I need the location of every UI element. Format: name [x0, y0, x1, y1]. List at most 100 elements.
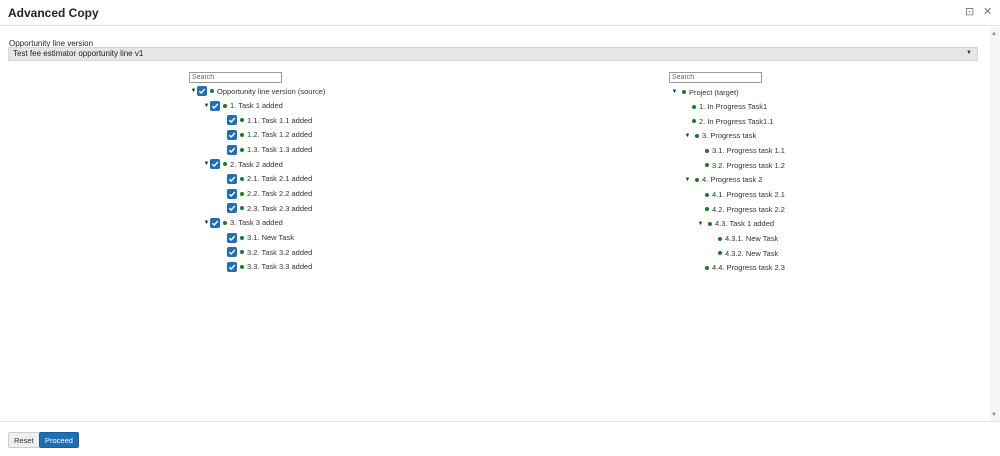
- source-tree-node[interactable]: ▼ 3. Task 3 added: [203, 217, 283, 229]
- node-label: 4.2. Progress task 2.2: [712, 204, 785, 214]
- source-tree-node[interactable]: 1.1. Task 1.1 added: [227, 114, 312, 126]
- checkbox-checked[interactable]: [197, 86, 207, 96]
- target-tree-node[interactable]: 1. In Progress Task1: [692, 101, 767, 113]
- target-tree-node[interactable]: ▼ 4. Progress task 2: [684, 174, 763, 186]
- checkbox-checked[interactable]: [227, 247, 237, 258]
- target-tree-node[interactable]: 4.1. Progress task 2.1: [705, 189, 785, 201]
- node-dot-icon: [240, 264, 244, 269]
- node-dot-icon: [692, 104, 696, 109]
- checkbox-checked[interactable]: [227, 188, 237, 199]
- scroll-up-icon[interactable]: ▲: [991, 31, 997, 37]
- node-dot-icon: [718, 251, 722, 256]
- node-label: 2. In Progress Task1.1: [699, 116, 774, 126]
- checkbox-checked[interactable]: [227, 261, 237, 272]
- node-dot-icon: [223, 220, 227, 225]
- target-tree-node[interactable]: 4.4. Progress task 2.3: [705, 262, 785, 274]
- node-label: 1.3. Task 1.3 added: [247, 145, 313, 155]
- target-search-input[interactable]: [669, 72, 762, 83]
- target-tree-node[interactable]: 4.2. Progress task 2.2: [705, 203, 785, 215]
- source-tree-node[interactable]: 3.3. Task 3.3 added: [227, 261, 312, 273]
- expand-toggle-icon[interactable]: ▼: [203, 103, 210, 109]
- source-search-input[interactable]: [189, 72, 282, 83]
- node-label: 4.1. Progress task 2.1: [712, 190, 785, 200]
- expand-toggle-icon[interactable]: ▼: [684, 133, 691, 139]
- target-tree-node[interactable]: 3.2. Progress task 1.2: [705, 159, 785, 171]
- source-tree-node[interactable]: 3.2. Task 3.2 added: [227, 246, 312, 258]
- title-bar: Advanced Copy ⊡ ✕: [0, 0, 1000, 26]
- expand-toggle-icon[interactable]: ▼: [190, 88, 197, 94]
- checkbox-checked[interactable]: [227, 144, 237, 155]
- target-tree-node[interactable]: 2. In Progress Task1.1: [692, 115, 773, 127]
- node-dot-icon: [695, 177, 699, 182]
- node-dot-icon: [705, 148, 709, 153]
- node-label: 4.3. Task 1 added: [715, 219, 775, 229]
- node-label: 1. In Progress Task1: [699, 102, 768, 112]
- node-dot-icon: [718, 236, 722, 241]
- maximize-icon[interactable]: ⊡: [965, 5, 974, 18]
- node-label: Opportunity line version (source): [217, 86, 326, 96]
- node-dot-icon: [240, 147, 244, 152]
- source-tree-node[interactable]: 1.2. Task 1.2 added: [227, 129, 312, 141]
- node-dot-icon: [240, 132, 244, 137]
- node-label: 4.4. Progress task 2.3: [712, 263, 785, 273]
- version-selected-value: Test fee estimator opportunity line v1: [13, 49, 144, 58]
- target-tree-node[interactable]: 4.3.1. New Task: [718, 233, 778, 245]
- version-select[interactable]: Test fee estimator opportunity line v1 ▼: [8, 47, 978, 61]
- checkbox-checked[interactable]: [210, 100, 220, 111]
- checkbox-checked[interactable]: [227, 115, 237, 126]
- source-tree-root[interactable]: ▼ Opportunity line version (source): [190, 85, 325, 97]
- scroll-down-icon[interactable]: ▼: [991, 412, 997, 418]
- checkbox-checked[interactable]: [210, 217, 220, 228]
- node-dot-icon: [240, 191, 244, 196]
- node-label: 3.2. Task 3.2 added: [247, 247, 313, 257]
- vertical-scrollbar[interactable]: ▲ ▼: [990, 27, 1000, 421]
- node-label: 3. Task 3 added: [230, 218, 283, 228]
- expand-toggle-icon[interactable]: ▼: [671, 89, 678, 95]
- source-tree-node[interactable]: 2.2. Task 2.2 added: [227, 188, 312, 200]
- checkbox-checked[interactable]: [227, 203, 237, 214]
- node-dot-icon: [692, 119, 696, 124]
- expand-toggle-icon[interactable]: ▼: [203, 161, 210, 167]
- node-dot-icon: [705, 207, 709, 212]
- dialog-body: Opportunity line version Test fee estima…: [0, 27, 990, 421]
- node-label: 2.3. Task 2.3 added: [247, 203, 313, 213]
- checkbox-checked[interactable]: [227, 129, 237, 140]
- node-label: 1.2. Task 1.2 added: [247, 130, 313, 140]
- target-tree-root[interactable]: ▼ Project (target): [671, 86, 739, 98]
- node-label: 3.3. Task 3.3 added: [247, 262, 313, 272]
- expand-toggle-icon[interactable]: ▼: [697, 221, 704, 227]
- node-label: 1.1. Task 1.1 added: [247, 115, 313, 125]
- node-dot-icon: [240, 250, 244, 255]
- checkbox-checked[interactable]: [227, 232, 237, 243]
- node-label: 3.1. New Task: [247, 233, 294, 242]
- target-tree-node[interactable]: ▼ 4.3. Task 1 added: [697, 218, 775, 230]
- expand-toggle-icon[interactable]: ▼: [684, 177, 691, 183]
- reset-button[interactable]: Reset: [8, 432, 40, 448]
- target-tree-node[interactable]: 4.3.2. New Task: [718, 247, 778, 259]
- node-label: 2.2. Task 2.2 added: [247, 189, 313, 199]
- source-tree-node[interactable]: ▼ 1. Task 1 added: [203, 100, 283, 112]
- node-dot-icon: [705, 192, 709, 197]
- node-dot-icon: [682, 90, 686, 94]
- source-tree-node[interactable]: 3.1. New Task: [227, 232, 294, 244]
- target-tree-node[interactable]: ▼ 3. Progress task: [684, 130, 757, 142]
- chevron-down-icon: ▼: [966, 50, 972, 56]
- target-tree-node[interactable]: 3.1. Progress task 1.1: [705, 145, 785, 157]
- node-dot-icon: [223, 162, 227, 167]
- node-label: 2. Task 2 added: [230, 159, 283, 169]
- node-label: 4.3.1. New Task: [725, 234, 779, 243]
- source-tree-node[interactable]: 1.3. Task 1.3 added: [227, 144, 312, 156]
- checkbox-checked[interactable]: [210, 159, 220, 170]
- proceed-button[interactable]: Proceed: [39, 432, 79, 448]
- node-dot-icon: [705, 265, 709, 270]
- checkbox-checked[interactable]: [227, 173, 237, 184]
- source-tree-node[interactable]: 2.1. Task 2.1 added: [227, 173, 312, 185]
- node-dot-icon: [223, 103, 227, 108]
- close-icon[interactable]: ✕: [983, 5, 992, 18]
- source-tree-node[interactable]: ▼ 2. Task 2 added: [203, 158, 283, 170]
- node-label: 3. Progress task: [702, 131, 757, 141]
- node-dot-icon: [240, 206, 244, 211]
- expand-toggle-icon[interactable]: ▼: [203, 220, 210, 226]
- node-label: 1. Task 1 added: [230, 101, 283, 111]
- source-tree-node[interactable]: 2.3. Task 2.3 added: [227, 202, 312, 214]
